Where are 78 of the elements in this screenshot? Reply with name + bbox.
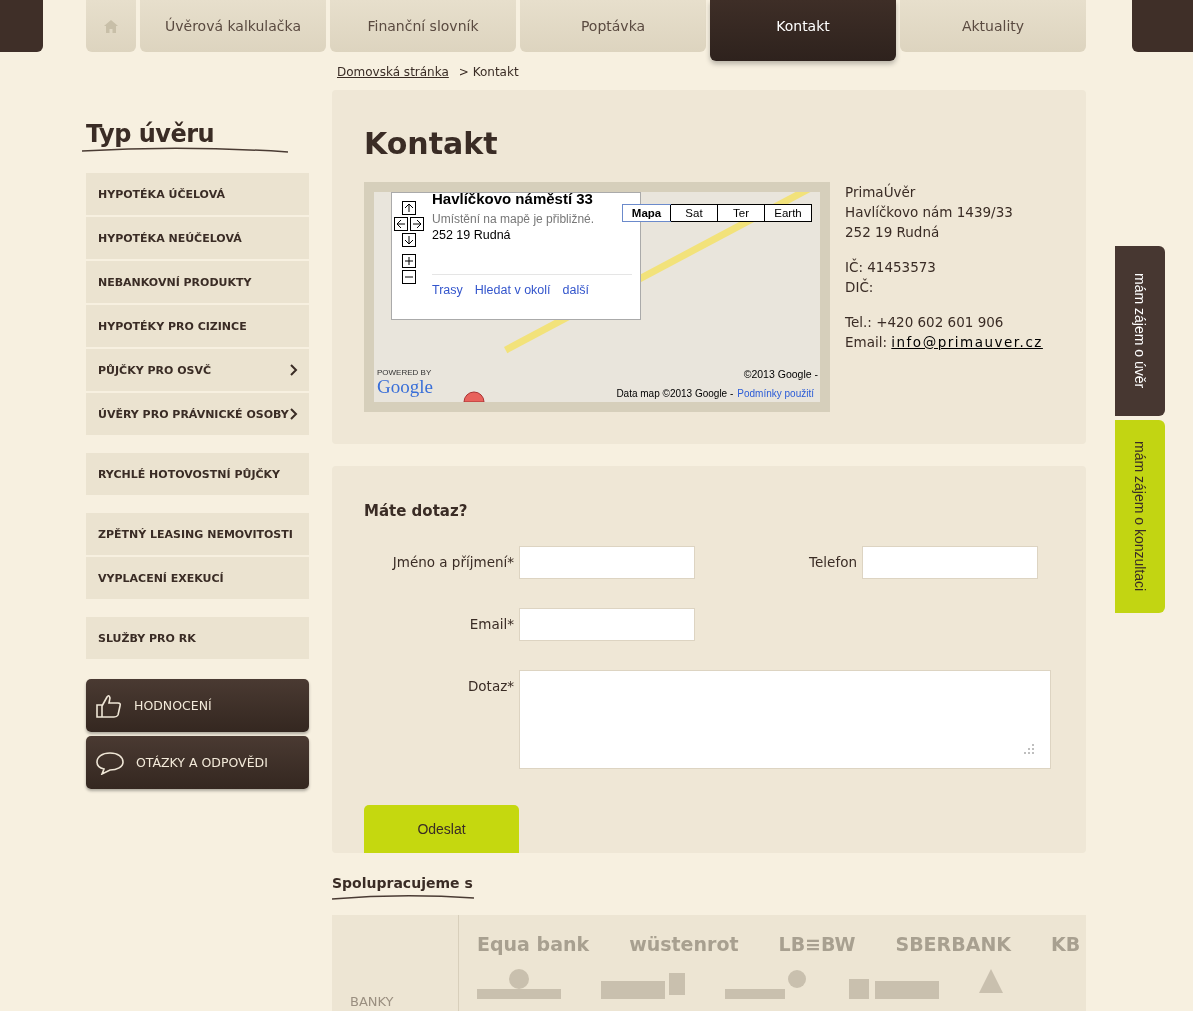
- map-type-button[interactable]: Mapa: [623, 205, 670, 221]
- partners-title: Spolupracujeme s: [332, 875, 474, 891]
- field-label: Email*: [468, 615, 515, 634]
- address-line: IČ: 41453573: [845, 257, 937, 277]
- bank-logo: wüstenrot: [629, 933, 739, 955]
- phone-text: Tel.: +420 602 601 906: [845, 313, 1005, 332]
- pan-right-button[interactable]: [410, 217, 424, 231]
- bank-logo: KB: [1051, 933, 1081, 955]
- textarea-field[interactable]: [519, 670, 1051, 769]
- nav-tab[interactable]: Poptávka: [520, 0, 706, 52]
- pan-left-button[interactable]: [394, 217, 408, 231]
- breadcrumb-current: > Kontakt: [458, 65, 519, 79]
- submit-button[interactable]: Odeslat: [364, 805, 519, 853]
- sidebar-item[interactable]: VYPLACENÍ EXEKUCÍ: [86, 557, 309, 599]
- email-link[interactable]: info@primauver.cz: [891, 334, 1043, 350]
- map-marker-icon: [463, 390, 485, 402]
- arrow-right-icon: [412, 219, 422, 229]
- header-bar: [1132, 0, 1193, 52]
- field-label: Dotaz*: [466, 677, 515, 696]
- input-field[interactable]: [519, 546, 695, 579]
- sidebar-item[interactable]: RYCHLÉ HOTOVOSTNÍ PŮJČKY: [86, 453, 309, 495]
- bank-logo: LB≡BW: [778, 933, 856, 955]
- address-line: PrimaÚvěr: [845, 182, 917, 202]
- sidebar-item[interactable]: HYPOTÉKY PRO CIZINCE: [86, 305, 309, 347]
- zoom-in-button[interactable]: [402, 254, 416, 268]
- sidebar-item[interactable]: PŮJČKY PRO OSVČ: [86, 349, 309, 391]
- header-bar: [0, 0, 43, 52]
- sidebar-button[interactable]: OTÁZKY A ODPOVĚDI: [86, 736, 309, 789]
- home-icon: [104, 19, 118, 33]
- sidebar-button[interactable]: HODNOCENÍ: [86, 679, 309, 732]
- input-field[interactable]: [519, 608, 695, 641]
- form-title: Máte dotaz?: [364, 502, 469, 520]
- sidebar-item[interactable]: HYPOTÉKA ÚČELOVÁ: [86, 173, 309, 215]
- bank-logo: SBERBANK: [895, 933, 1012, 955]
- nav-tab[interactable]: Kontakt: [710, 0, 896, 61]
- thumbs-up-icon: [96, 693, 122, 718]
- sidebar-item[interactable]: SLUŽBY PRO RK: [86, 617, 309, 659]
- nav-tab[interactable]: Úvěrová kalkulačka: [140, 0, 326, 52]
- sidebar-item[interactable]: NEBANKOVNÍ PRODUKTY: [86, 261, 309, 303]
- speech-bubble-icon: [96, 750, 124, 775]
- zoom-out-button[interactable]: [402, 270, 416, 284]
- sidebar-item[interactable]: ZPĚTNÝ LEASING NEMOVITOSTI: [86, 513, 309, 555]
- popup-link[interactable]: Trasy: [432, 283, 463, 297]
- pan-down-button[interactable]: [402, 233, 416, 247]
- page-title: Kontakt: [364, 126, 499, 161]
- popup-address: 252 19 Rudná: [432, 228, 512, 242]
- field-label: Telefon: [808, 553, 858, 572]
- arrow-left-icon: [396, 219, 406, 229]
- bank-logo-drawing: [979, 969, 1003, 993]
- plus-icon: [404, 256, 414, 266]
- sidebar-item[interactable]: HYPOTÉKA NEÚČELOVÁ: [86, 217, 309, 259]
- address-line: 252 19 Rudná: [845, 223, 941, 242]
- side-tab[interactable]: mám zájem o úvěr: [1115, 246, 1165, 416]
- field-label: Jméno a příjmení*: [391, 553, 515, 572]
- bank-logo: Equa bank: [477, 933, 590, 955]
- nav-tab[interactable]: Aktuality: [900, 0, 1086, 52]
- powered-by-text: POWERED BY: [377, 368, 433, 377]
- pan-up-button[interactable]: [402, 201, 416, 215]
- arrow-up-icon: [404, 203, 414, 213]
- address-line: DIČ:: [845, 277, 875, 297]
- email-label: Email:: [845, 334, 887, 350]
- popup-link[interactable]: Hledat v okolí: [474, 283, 551, 297]
- sidebar-title: Typ úvěru: [86, 120, 216, 148]
- map-data-note: Data map ©2013 Google -: [616, 388, 734, 399]
- nav-tab[interactable]: Finanční slovník: [330, 0, 516, 52]
- resize-grip-icon: [1024, 744, 1034, 754]
- sidebar-item[interactable]: ÚVĚRY PRO PRÁVNICKÉ OSOBY: [86, 393, 309, 435]
- arrow-down-icon: [404, 235, 414, 245]
- address-line: Havlíčkovo nám 1439/33: [845, 203, 1014, 222]
- side-tab[interactable]: mám zájem o konzultaci: [1115, 420, 1165, 613]
- input-field[interactable]: [862, 546, 1038, 579]
- map-copyright: ©2013 Google -: [743, 368, 818, 380]
- terms-link[interactable]: Podmínky použití: [737, 388, 814, 399]
- popup-title: Havlíčkovo náměstí 33: [432, 192, 594, 207]
- map-logo: Google: [377, 377, 433, 396]
- category-label: BANKY: [350, 994, 394, 1009]
- breadcrumb-link[interactable]: Domovská stránka: [337, 65, 449, 79]
- popup-link[interactable]: další: [562, 283, 589, 297]
